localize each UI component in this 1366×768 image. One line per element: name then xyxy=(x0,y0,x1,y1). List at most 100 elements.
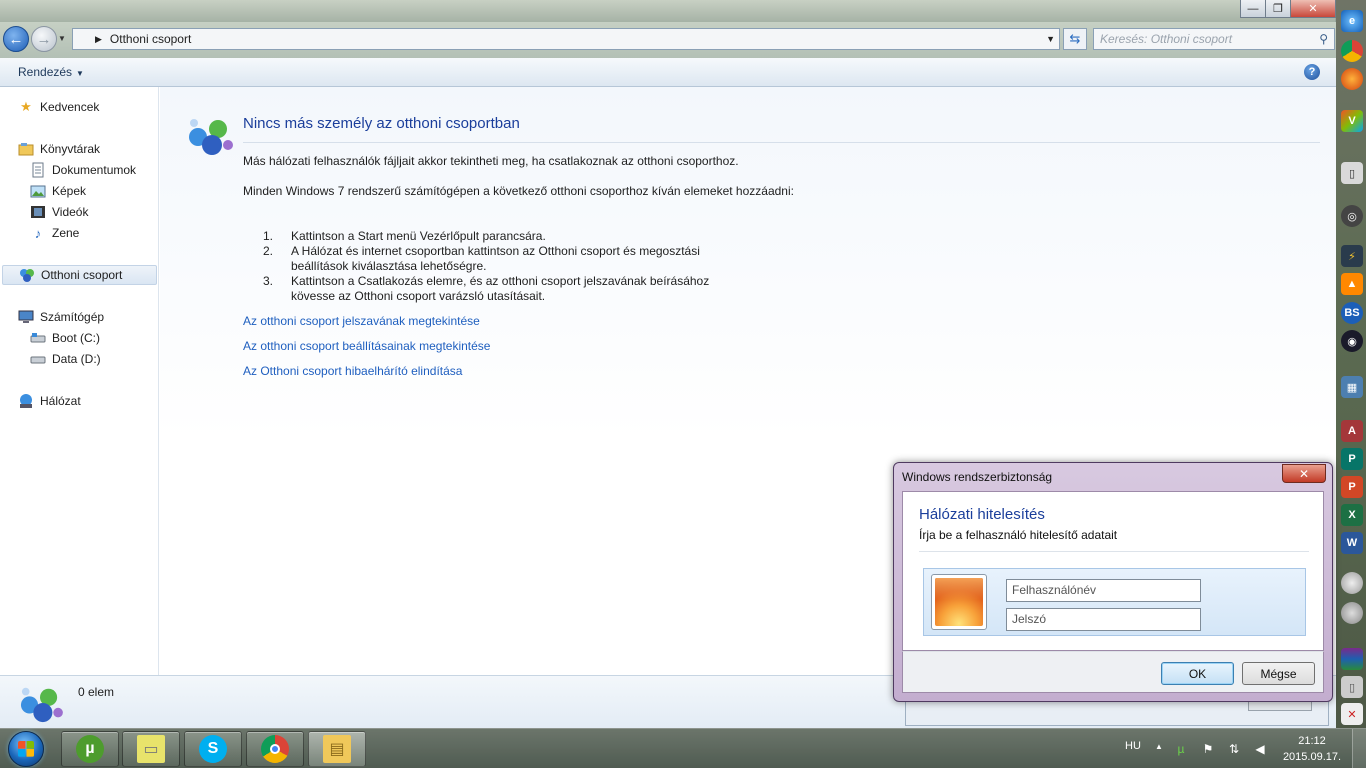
lightning-icon[interactable]: ⚡ xyxy=(1341,245,1363,267)
nav-drive-d[interactable]: Data (D:) xyxy=(30,349,101,369)
nav-favorites-label: Kedvencek xyxy=(40,100,100,114)
nav-pictures[interactable]: Képek xyxy=(30,181,86,201)
recent-pages-dropdown[interactable]: ▼ xyxy=(58,34,66,43)
utorrent-tray-icon[interactable]: µ xyxy=(1173,741,1189,757)
network-icon xyxy=(18,393,34,409)
nav-homegroup-label: Otthoni csoport xyxy=(41,268,123,282)
dialog-body: Hálózati hitelesítés Írja be a felhaszná… xyxy=(902,491,1324,651)
address-history-dropdown[interactable]: ▼ xyxy=(1046,34,1055,44)
nav-videos-label: Videók xyxy=(52,205,89,219)
back-button[interactable]: ← xyxy=(3,26,29,52)
ok-button[interactable]: OK xyxy=(1161,662,1234,685)
help-icon: ? xyxy=(1308,66,1316,78)
volume-icon[interactable]: ◀ xyxy=(1252,741,1268,757)
search-placeholder: Keresés: Otthoni csoport xyxy=(1100,32,1233,46)
cancel-button[interactable]: Mégse xyxy=(1242,662,1315,685)
chrome-icon xyxy=(261,735,289,763)
network-tray-icon[interactable]: ⇅ xyxy=(1226,741,1242,757)
refresh-button[interactable]: ⇆ xyxy=(1063,28,1087,50)
app-shortcut-icon[interactable]: V xyxy=(1341,110,1363,132)
nav-videos[interactable]: Videók xyxy=(30,202,88,222)
security-dialog: Windows rendszerbiztonság ✕ Hálózati hit… xyxy=(893,462,1333,702)
disc-icon[interactable] xyxy=(1341,572,1363,594)
homegroup-icon xyxy=(189,119,233,155)
address-bar[interactable]: ▶ Otthoni csoport ▼ xyxy=(72,28,1060,50)
organize-label: Rendezés xyxy=(18,65,73,79)
image-viewer-icon[interactable]: ▦ xyxy=(1341,376,1363,398)
action-center-flag-icon[interactable]: ⚑ xyxy=(1200,741,1216,757)
close-button[interactable]: ✕ xyxy=(1290,0,1336,18)
search-input[interactable]: Keresés: Otthoni csoport ⚲ xyxy=(1093,28,1335,50)
nav-libraries-label: Könyvtárak xyxy=(40,142,101,156)
nav-libraries[interactable]: Könyvtárak xyxy=(18,139,100,159)
taskbar-sticky-notes[interactable]: ▭ xyxy=(122,731,180,767)
speaker-icon[interactable]: ▯ xyxy=(1341,162,1363,184)
organize-button[interactable]: Rendezés ▼ xyxy=(18,65,84,79)
credential-tile[interactable]: Felhasználónév Jelszó xyxy=(923,568,1306,636)
publisher-icon[interactable]: P xyxy=(1341,448,1363,470)
internet-explorer-icon[interactable]: e xyxy=(1341,10,1363,32)
taskbar-skype[interactable]: S xyxy=(184,731,242,767)
drive-icon[interactable]: ▯ xyxy=(1341,676,1363,698)
show-desktop-button[interactable] xyxy=(1352,729,1366,768)
minimize-button[interactable]: — xyxy=(1240,0,1266,18)
excel-icon[interactable]: X xyxy=(1341,504,1363,526)
taskbar-utorrent[interactable]: µ xyxy=(61,731,119,767)
arrow-right-icon: → xyxy=(36,30,52,48)
nav-network[interactable]: Hálózat xyxy=(18,391,81,411)
winrar-icon[interactable] xyxy=(1341,648,1363,670)
nav-computer[interactable]: Számítógép xyxy=(18,307,104,327)
clock-time[interactable]: 21:12 xyxy=(1282,735,1342,747)
chrome-icon[interactable] xyxy=(1341,40,1363,62)
username-field[interactable]: Felhasználónév xyxy=(1006,579,1201,602)
nav-homegroup[interactable]: Otthoni csoport xyxy=(2,265,157,285)
clock-date[interactable]: 2015.09.17. xyxy=(1278,751,1346,763)
forward-button[interactable]: → xyxy=(31,26,57,52)
vlc-cone-icon[interactable]: ▲ xyxy=(1341,273,1363,295)
file-icon[interactable]: ✕ xyxy=(1341,703,1363,725)
nav-music[interactable]: ♪ Zene xyxy=(30,223,80,243)
breadcrumb-homegroup[interactable]: Otthoni csoport xyxy=(110,32,191,46)
title-bar[interactable]: — ❐ ✕ xyxy=(0,0,1336,22)
taskbar-explorer[interactable]: ▤ xyxy=(308,731,366,767)
step-text: Kattintson a Start menü Vezérlőpult para… xyxy=(291,229,546,243)
nav-drive-c[interactable]: Boot (C:) xyxy=(30,328,100,348)
view-password-link[interactable]: Az otthoni csoport jelszavának megtekint… xyxy=(243,314,480,328)
help-button[interactable]: ? xyxy=(1304,64,1320,80)
sticky-note-icon: ▭ xyxy=(137,735,165,763)
password-field[interactable]: Jelszó xyxy=(1006,608,1201,631)
folder-icon: ▤ xyxy=(323,735,351,763)
troubleshooter-link[interactable]: Az Otthoni csoport hibaelhárító elindítá… xyxy=(243,364,462,378)
firefox-icon[interactable] xyxy=(1341,68,1363,90)
windows-logo-icon xyxy=(18,741,34,757)
maximize-button[interactable]: ❐ xyxy=(1265,0,1291,18)
disc-icon[interactable] xyxy=(1341,602,1363,624)
address-row: ← → ▼ ▶ Otthoni csoport ▼ ⇆ Keresés: Ott… xyxy=(0,22,1336,58)
language-indicator[interactable]: HU xyxy=(1125,740,1141,752)
dialog-heading: Hálózati hitelesítés xyxy=(919,506,1045,523)
library-folder-icon xyxy=(18,141,34,157)
nav-drive-d-label: Data (D:) xyxy=(52,352,101,366)
step-number: 3. xyxy=(263,274,274,288)
view-settings-link[interactable]: Az otthoni csoport beállításainak megtek… xyxy=(243,339,490,353)
nav-computer-label: Számítógép xyxy=(40,310,105,324)
taskbar-chrome[interactable] xyxy=(246,731,304,767)
powerpoint-icon[interactable]: P xyxy=(1341,476,1363,498)
access-icon[interactable]: A xyxy=(1341,420,1363,442)
step-number: 1. xyxy=(263,229,274,243)
start-button[interactable] xyxy=(8,731,44,767)
nav-documents-label: Dokumentumok xyxy=(52,163,137,177)
utorrent-icon: µ xyxy=(76,735,104,763)
bluestacks-icon[interactable]: BS xyxy=(1341,302,1363,324)
eye-icon[interactable]: ◉ xyxy=(1341,330,1363,352)
nav-favorites[interactable]: ★ Kedvencek xyxy=(18,97,99,117)
show-hidden-icons-button[interactable]: ▲ xyxy=(1155,742,1163,751)
search-icon[interactable]: ⚲ xyxy=(1319,32,1328,46)
dialog-title: Windows rendszerbiztonság xyxy=(902,470,1053,484)
nav-documents[interactable]: Dokumentumok xyxy=(30,160,136,180)
breadcrumb-chevron-icon[interactable]: ▶ xyxy=(95,34,102,45)
nav-music-label: Zene xyxy=(52,226,80,240)
film-reel-icon[interactable]: ◎ xyxy=(1341,205,1363,227)
dialog-close-button[interactable]: ✕ xyxy=(1282,464,1326,483)
word-icon[interactable]: W xyxy=(1341,532,1363,554)
